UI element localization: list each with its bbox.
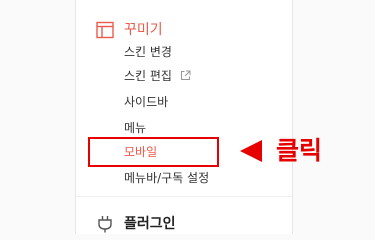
left-arrow-icon xyxy=(240,140,262,162)
sidebar-panel: 꾸미기 스킨 변경 스킨 편집 사이드바 메뉴 모바일 메뉴바/구독 설정 플러… xyxy=(75,0,293,234)
plugin-title: 플러그인 xyxy=(124,216,176,232)
menu-item-skin-change[interactable]: 스킨 변경 xyxy=(124,44,172,60)
plug-icon xyxy=(98,216,112,233)
menu-item-label: 메뉴바/구독 설정 xyxy=(124,171,210,185)
menu-item-menu[interactable]: 메뉴 xyxy=(124,120,146,136)
annotation-label: 클릭 xyxy=(276,136,323,165)
menu-item-label: 스킨 변경 xyxy=(124,45,172,59)
menu-item-label: 사이드바 xyxy=(124,95,169,109)
external-link-icon xyxy=(180,70,191,80)
menu-item-menubar-subscribe[interactable]: 메뉴바/구독 설정 xyxy=(124,170,209,186)
menu-item-label: 메뉴 xyxy=(124,121,147,135)
menu-item-label: 스킨 편집 xyxy=(124,69,172,83)
layout-icon xyxy=(96,21,114,39)
section-plugin[interactable]: 플러그인 xyxy=(96,214,176,234)
section-title: 꾸미기 xyxy=(124,22,163,38)
section-decorate[interactable]: 꾸미기 xyxy=(96,20,163,40)
divider xyxy=(76,196,292,197)
menu-item-sidebar[interactable]: 사이드바 xyxy=(124,94,168,110)
menu-item-skin-edit[interactable]: 스킨 편집 xyxy=(124,68,191,84)
highlight-box xyxy=(88,137,219,167)
